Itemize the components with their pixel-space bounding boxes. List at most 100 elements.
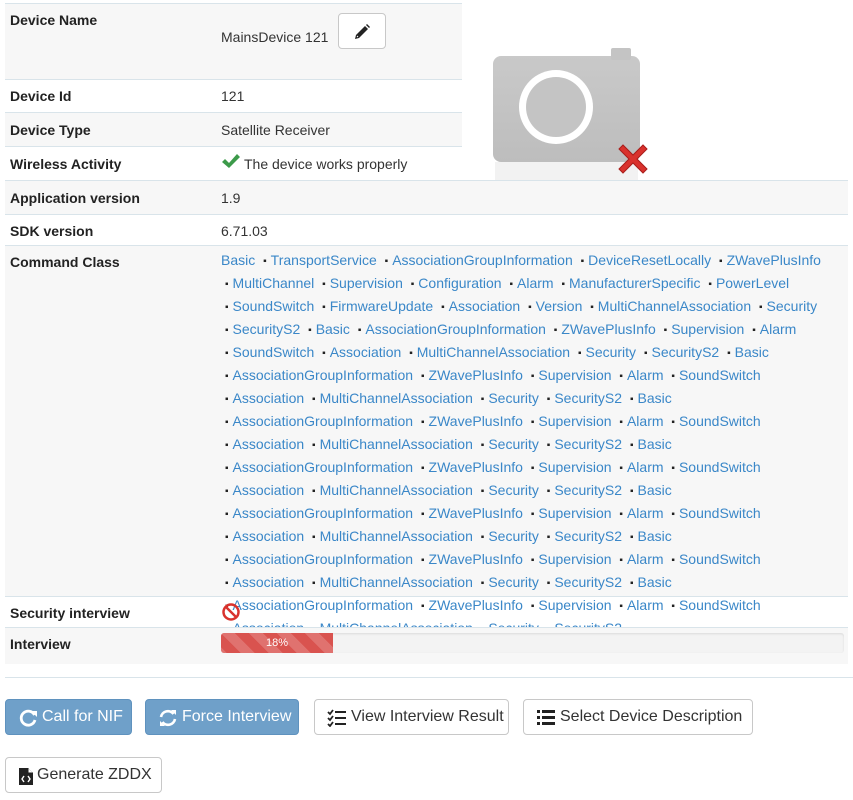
command-class-link[interactable]: Association [233,574,305,590]
command-class-link[interactable]: Alarm [627,413,664,429]
command-class-link[interactable]: ZWavePlusInfo [429,459,523,475]
command-class-link[interactable]: Basic [735,344,769,360]
command-class-separator: ▪ [420,509,425,520]
command-class-separator: ▪ [530,371,535,382]
command-class-link[interactable]: AssociationGroupInformation [233,367,414,383]
command-class-link[interactable]: AssociationGroupInformation [233,413,414,429]
interview-label: Interview [10,636,71,652]
command-class-link[interactable]: FirmwareUpdate [330,298,433,314]
command-class-link[interactable]: MultiChannelAssociation [320,528,473,544]
command-class-link[interactable]: TransportService [271,252,377,268]
command-class-link[interactable]: Association [330,344,402,360]
command-class-link[interactable]: Alarm [627,459,664,475]
view-interview-result-button[interactable]: View Interview Result [314,699,509,735]
command-class-link[interactable]: Supervision [538,551,611,567]
command-class-link[interactable]: Basic [316,321,350,337]
command-class-link[interactable]: SecurityS2 [554,574,622,590]
command-class-link[interactable]: Basic [637,436,671,452]
command-class-separator: ▪ [590,302,594,313]
command-class-link[interactable]: MultiChannelAssociation [320,574,473,590]
command-class-link[interactable]: Association [233,390,305,406]
command-class-link[interactable]: SecurityS2 [554,436,622,452]
command-class-separator: ▪ [619,417,623,428]
command-class-link[interactable]: Alarm [627,505,664,521]
command-class-link[interactable]: AssociationGroupInformation [233,505,414,521]
command-class-link[interactable]: AssociationGroupInformation [233,551,414,567]
command-class-link[interactable]: SoundSwitch [233,344,315,360]
command-class-link[interactable]: SoundSwitch [679,551,761,567]
command-class-link[interactable]: ZWavePlusInfo [429,505,523,521]
command-class-separator: ▪ [671,509,675,520]
command-class-link[interactable]: ManufacturerSpecific [569,275,701,291]
call-for-nif-button[interactable]: Call for NIF [5,699,132,735]
command-class-link[interactable]: MultiChannelAssociation [320,390,473,406]
command-class-separator: ▪ [759,302,763,313]
sdk-version-label: SDK version [10,223,94,239]
command-class-link[interactable]: Security [767,298,818,314]
command-class-link[interactable]: Security [488,528,539,544]
edit-name-button[interactable] [338,13,386,49]
command-class-link[interactable]: Security [488,574,539,590]
command-class-separator: ▪ [263,256,267,267]
command-class-link[interactable]: ZWavePlusInfo [429,367,523,383]
command-class-link[interactable]: PowerLevel [716,275,789,291]
command-class-link[interactable]: Supervision [330,275,403,291]
command-class-link[interactable]: SecurityS2 [554,390,622,406]
command-class-link[interactable]: Supervision [538,413,611,429]
command-class-link[interactable]: MultiChannelAssociation [320,436,473,452]
command-class-link[interactable]: Alarm [517,275,554,291]
command-class-link[interactable]: Supervision [538,459,611,475]
command-class-link[interactable]: MultiChannel [233,275,315,291]
command-class-link[interactable]: Security [585,344,636,360]
command-class-link[interactable]: SecurityS2 [554,482,622,498]
command-class-link[interactable]: SoundSwitch [679,367,761,383]
device-name-label: Device Name [10,12,98,28]
command-class-link[interactable]: MultiChannelAssociation [320,482,473,498]
command-class-link[interactable]: Association [233,436,305,452]
command-class-link[interactable]: ZWavePlusInfo [561,321,655,337]
command-class-link[interactable]: Supervision [671,321,744,337]
command-class-link[interactable]: Security [488,482,539,498]
command-class-link[interactable]: AssociationGroupInformation [233,459,414,475]
command-class-link[interactable]: Association [449,298,521,314]
command-class-link[interactable]: Association [233,482,305,498]
select-device-description-button[interactable]: Select Device Description [523,699,753,735]
command-class-separator: ▪ [530,463,535,474]
command-class-link[interactable]: SecurityS2 [554,528,622,544]
command-class-link[interactable]: DeviceResetLocally [588,252,711,268]
command-class-link[interactable]: MultiChannelAssociation [417,344,570,360]
command-class-link[interactable]: AssociationGroupInformation [392,252,573,268]
command-class-link[interactable]: SecurityS2 [652,344,720,360]
command-class-link[interactable]: SoundSwitch [233,298,315,314]
command-class-link[interactable]: SecurityS2 [233,321,301,337]
command-class-link[interactable]: SoundSwitch [679,505,761,521]
command-class-link[interactable]: Security [488,436,539,452]
command-class-link[interactable]: SoundSwitch [679,413,761,429]
command-class-link[interactable]: AssociationGroupInformation [365,321,546,337]
command-class-link[interactable]: SoundSwitch [679,459,761,475]
app-version-label: Application version [10,190,140,206]
command-class-link[interactable]: ZWavePlusInfo [429,413,523,429]
force-interview-button[interactable]: Force Interview [145,699,299,735]
command-class-link[interactable]: ZWavePlusInfo [429,551,523,567]
command-class-link[interactable]: Basic [221,252,255,268]
command-class-link[interactable]: Basic [637,390,671,406]
command-class-link[interactable]: Basic [637,482,671,498]
force-interview-label: Force Interview [182,708,292,725]
command-class-link[interactable]: Alarm [627,367,664,383]
command-class-link[interactable]: Supervision [538,505,611,521]
command-class-link[interactable]: Supervision [538,367,611,383]
command-class-link[interactable]: Configuration [418,275,501,291]
command-class-link[interactable]: Basic [637,528,671,544]
generate-zddx-button[interactable]: Generate ZDDX [5,757,162,793]
command-class-link[interactable]: MultiChannelAssociation [598,298,751,314]
wireless-activity-row: Wireless Activity The device works prope… [5,146,462,180]
command-class-link[interactable]: Association [233,528,305,544]
command-class-link[interactable]: Version [536,298,583,314]
command-class-link[interactable]: Alarm [627,551,664,567]
device-id-value: 121 [221,88,245,104]
command-class-link[interactable]: ZWavePlusInfo [727,252,821,268]
command-class-link[interactable]: Security [488,390,539,406]
command-class-link[interactable]: Basic [637,574,671,590]
command-class-link[interactable]: Alarm [760,321,797,337]
